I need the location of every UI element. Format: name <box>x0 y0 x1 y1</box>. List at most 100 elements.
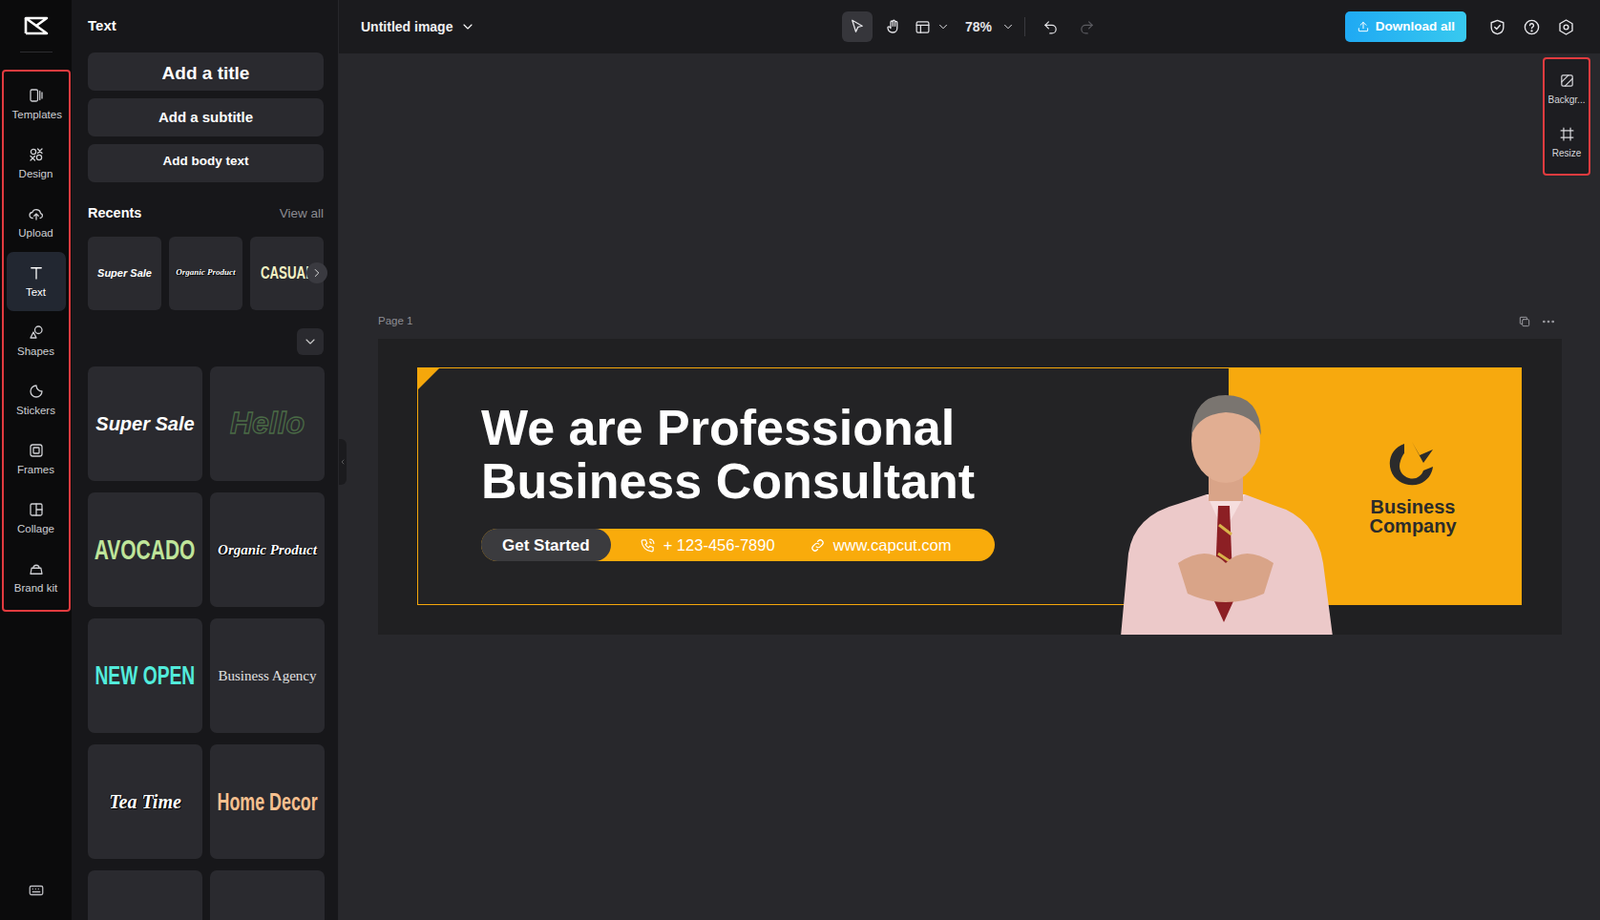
style-preview-text: Organic Product <box>217 542 317 559</box>
tool-rail: Templates Design Upload Text ShapesStickers F… <box>0 0 72 920</box>
main-area: Untitled image 78% Download all Backgr... R… <box>338 0 1600 920</box>
add-text-button[interactable]: Add a subtitle <box>87 98 324 137</box>
chevron-down-icon[interactable] <box>1001 20 1015 34</box>
company-logo-icon <box>1383 438 1443 494</box>
recents-title: Recents <box>87 203 142 225</box>
settings-icon[interactable] <box>1548 11 1583 43</box>
text-style-card[interactable]: Super Sale <box>87 366 203 482</box>
rail-group: Templates Design Upload Text ShapesStickers F… <box>1 69 71 612</box>
chevron-down-icon[interactable] <box>460 19 476 35</box>
rail-label: Design <box>19 167 54 181</box>
brand-kit-icon <box>27 560 45 578</box>
contact-bar[interactable]: Get Started+ 123-456-7890 www.capcut.com <box>481 528 995 562</box>
text-style-card[interactable]: Business Agency <box>210 618 325 734</box>
side-action[interactable]: Resize <box>1544 118 1589 169</box>
document-title[interactable]: Untitled image <box>360 17 453 38</box>
rail-item[interactable]: Collage <box>6 488 66 548</box>
frame-icon <box>27 442 45 460</box>
portrait-photo[interactable] <box>1111 372 1338 635</box>
company-word: Company <box>1368 516 1456 536</box>
chevron-down-icon[interactable] <box>936 20 950 34</box>
add-text-button[interactable]: Add a title <box>87 52 324 91</box>
help-icon[interactable] <box>1514 11 1549 43</box>
rail-item[interactable]: Upload <box>6 192 66 253</box>
select-tool-icon[interactable] <box>842 11 873 43</box>
side-actions: Backgr... Resize <box>1542 57 1591 176</box>
text-panel: TextAdd a title Add a subtitle Add body te… <box>71 0 339 920</box>
style-preview-text: Hello <box>230 406 305 441</box>
templates-icon <box>27 86 45 105</box>
rail-item[interactable]: Text <box>6 252 66 312</box>
layout-icon[interactable] <box>914 19 931 36</box>
headline-line: We are Professional <box>481 400 1229 455</box>
side-action-label: Resize <box>1552 146 1582 161</box>
website: www.capcut.com <box>833 533 952 558</box>
zoom-level[interactable]: 78% <box>955 17 996 38</box>
download-all-button[interactable]: Download all <box>1345 11 1467 43</box>
style-preview-text: Organic Product <box>175 268 235 278</box>
page-header: Page 1 <box>378 313 1562 331</box>
text-style-grid: Super Sale Hello AVOCADO Organic Product NEW… <box>87 366 324 920</box>
phone-icon <box>639 537 656 554</box>
design-icon <box>27 146 45 164</box>
actions-area: Download all <box>1101 11 1583 43</box>
side-action[interactable]: Backgr... <box>1544 64 1589 115</box>
headline[interactable]: We are ProfessionalBusiness Consultant <box>481 400 1229 508</box>
view-all-link[interactable]: View all <box>279 204 324 224</box>
background-icon <box>1558 72 1576 89</box>
banner-content: We are ProfessionalBusiness Consultant Ge… <box>418 368 1229 605</box>
top-bar: Untitled image 78% Download all <box>338 0 1600 54</box>
shield-icon[interactable] <box>1479 11 1515 43</box>
rail-label: Templates <box>12 107 61 122</box>
text-style-card[interactable]: Organic Product <box>210 492 325 608</box>
rail-label: Frames <box>17 463 55 477</box>
sticker-icon <box>27 382 45 400</box>
banner-design[interactable]: We are ProfessionalBusiness Consultant Ge… <box>417 367 1522 606</box>
rail-item[interactable]: Shapes <box>6 311 66 371</box>
link-icon <box>809 537 826 554</box>
recents-row: Super SaleOrganic ProductCASUAL <box>87 236 324 311</box>
chevron-right-icon[interactable] <box>306 262 328 284</box>
more-icon[interactable] <box>1540 314 1557 330</box>
recent-style-card[interactable]: Super Sale <box>87 236 162 311</box>
rail-item[interactable]: Design <box>6 133 66 193</box>
rail-label: Brand kit <box>14 581 58 595</box>
rail-item[interactable]: Stickers <box>6 370 66 430</box>
keyboard-icon[interactable] <box>27 882 45 900</box>
company-word: Business <box>1368 497 1456 517</box>
chevron-left-icon[interactable] <box>338 439 347 485</box>
text-style-card[interactable] <box>87 870 203 920</box>
rail-item[interactable]: Templates <box>6 74 66 134</box>
expand-row <box>87 328 324 356</box>
style-preview-text: Super Sale <box>95 413 194 435</box>
duplicate-icon[interactable] <box>1517 314 1532 330</box>
panel-title: Text <box>87 0 324 53</box>
text-style-card[interactable]: Tea Time <box>87 744 203 860</box>
add-text-button[interactable]: Add body text <box>87 144 324 183</box>
phone-info: + 123-456-7890 <box>610 528 776 562</box>
side-action-label: Backgr... <box>1548 92 1586 107</box>
rail-label: Text <box>25 285 46 299</box>
text-style-card[interactable] <box>210 870 325 920</box>
website-info: www.capcut.com <box>775 528 996 562</box>
recent-style-card[interactable]: Organic Product <box>168 236 243 311</box>
text-style-card[interactable]: NEW OPEN <box>87 618 203 734</box>
text-style-card[interactable]: Home Decor <box>210 744 325 860</box>
hand-tool-icon[interactable] <box>878 11 909 43</box>
get-started-button[interactable]: Get Started <box>481 528 611 562</box>
app-logo[interactable] <box>20 0 53 53</box>
add-text-buttons: Add a title Add a subtitle Add body text <box>87 52 324 183</box>
rail-label: Upload <box>18 226 53 240</box>
rail-item[interactable]: Frames <box>6 429 66 489</box>
undo-icon[interactable] <box>1034 11 1066 43</box>
design-page[interactable]: We are ProfessionalBusiness Consultant Ge… <box>378 338 1562 635</box>
rail-item[interactable]: Brand kit <box>6 547 66 608</box>
workspace: Backgr... Resize Page 1 We are Professional… <box>338 53 1600 920</box>
upload-icon <box>1356 20 1370 34</box>
style-preview-text: Tea Time <box>108 791 182 813</box>
text-style-card[interactable]: AVOCADO <box>87 492 203 608</box>
chevron-down-icon[interactable] <box>296 328 324 356</box>
page-label: Page 1 <box>378 313 413 330</box>
text-style-card[interactable]: Hello <box>210 366 325 482</box>
headline-line: Business Consultant <box>481 454 1229 508</box>
